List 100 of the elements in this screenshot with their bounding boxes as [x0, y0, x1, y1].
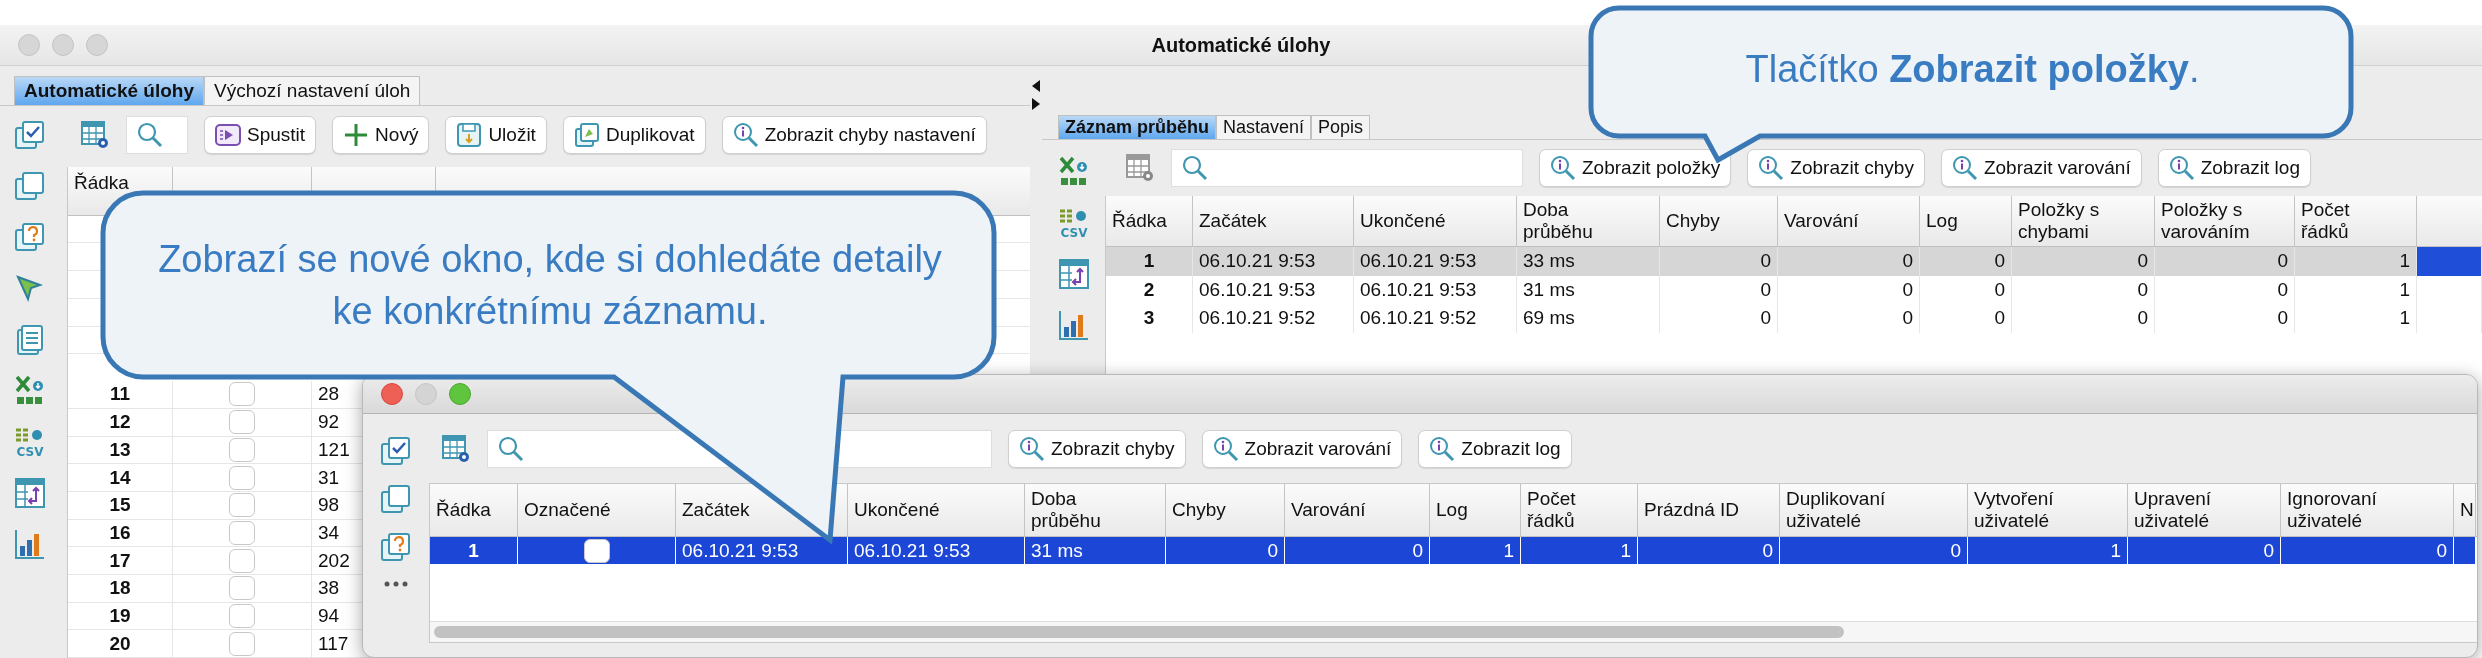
checkbox[interactable] [229, 548, 255, 573]
checkbox[interactable] [229, 576, 255, 601]
bar-chart-icon[interactable] [14, 528, 46, 560]
zoom-button[interactable] [449, 383, 471, 405]
tab[interactable]: Záznam průběhu [1058, 115, 1216, 139]
checkbox[interactable] [229, 493, 255, 518]
splitter-arrows-icon[interactable] [1031, 78, 1041, 112]
column-header[interactable]: Řádka [74, 173, 129, 192]
search-field[interactable] [126, 116, 188, 154]
column-header[interactable]: Počet řádků [2301, 199, 2401, 243]
table-cell: 13 [68, 436, 173, 464]
table-settings-icon[interactable] [1125, 153, 1155, 183]
windows-icon[interactable] [14, 171, 46, 203]
table-cell: 0 [1920, 304, 2012, 333]
column-header[interactable]: Log [1926, 210, 1958, 232]
column-header[interactable]: Prázdná ID [1644, 499, 1740, 521]
table-cell: 0 [2012, 275, 2155, 304]
toolbar-button[interactable]: Zobrazit log [1418, 429, 1572, 468]
table-cell: 06.10.21 9:53 [1193, 247, 1354, 276]
scrollbar-thumb[interactable] [434, 626, 1844, 638]
checked-windows-icon[interactable] [14, 120, 46, 152]
column-header[interactable]: Ukončené [854, 499, 940, 521]
toolbar-button[interactable]: Spustit [204, 116, 317, 154]
column-header[interactable]: Duplikovaní uživatelé [1786, 488, 1886, 532]
table-cell: 1 [1521, 537, 1638, 564]
tab[interactable]: Popis [1311, 115, 1371, 139]
more-icon[interactable] [383, 580, 409, 588]
toolbar-button[interactable]: Zobrazit chyby nastavení [721, 116, 987, 154]
column-header[interactable]: Položky s chybami [2018, 199, 2118, 243]
column-header[interactable]: Upravení uživatelé [2134, 488, 2234, 532]
column-header[interactable]: Začátek [1199, 210, 1267, 232]
toolbar-button[interactable]: Duplikovat [562, 116, 706, 154]
toolbar-button[interactable]: Nový [332, 116, 430, 154]
table-arrows-icon[interactable] [14, 477, 46, 509]
excel-export-icon[interactable] [1057, 156, 1090, 188]
search-field[interactable] [1171, 149, 1523, 187]
table-cell: 0 [1778, 247, 1920, 276]
info-search-icon [2168, 155, 2195, 181]
column-header[interactable]: Počet řádků [1527, 488, 1627, 532]
column-header[interactable]: Řádka [1112, 210, 1167, 232]
toolbar-button[interactable]: Zobrazit varování [1201, 429, 1403, 468]
help-windows-icon[interactable] [14, 222, 46, 254]
checkbox[interactable] [229, 631, 255, 656]
tab[interactable]: Nastavení [1216, 115, 1312, 139]
column-header[interactable]: Ukončené [1360, 210, 1446, 232]
table-cell: 1 [430, 537, 518, 564]
table-cell: 1 [1106, 247, 1193, 276]
column-header[interactable]: Vytvoření uživatelé [1974, 488, 2074, 532]
checkbox[interactable] [583, 538, 610, 563]
bar-chart-icon[interactable] [1057, 309, 1090, 341]
column-header[interactable]: Chyby [1666, 210, 1720, 232]
table-cell: 0 [2012, 247, 2155, 276]
column-header[interactable]: Ignorovaní uživatelé [2287, 488, 2387, 532]
table-cell: 12 [68, 408, 173, 436]
column-header[interactable]: N [2460, 499, 2474, 521]
toolbar-button[interactable]: Zobrazit log [2157, 149, 2311, 187]
column-header[interactable]: Řádka [436, 499, 491, 521]
table-cell: 19 [68, 602, 173, 630]
checkbox[interactable] [229, 603, 255, 628]
table-cell: 31 ms [1025, 537, 1166, 564]
column-header[interactable]: Varování [1784, 210, 1859, 232]
checked-windows-icon[interactable] [380, 436, 412, 468]
help-windows-icon[interactable] [380, 532, 412, 564]
excel-export-icon[interactable] [14, 375, 46, 407]
checkbox[interactable] [229, 382, 255, 407]
close-button[interactable] [381, 383, 403, 405]
toolbar-button[interactable]: Zobrazit chyby [1747, 149, 1925, 187]
tab[interactable]: Výchozí nastavení úloh [204, 76, 421, 105]
table-cell: 33 ms [1517, 247, 1660, 276]
document-icon[interactable] [14, 324, 46, 356]
column-header[interactable]: Označené [524, 499, 611, 521]
checkbox[interactable] [229, 410, 255, 435]
toolbar-button[interactable]: Zobrazit položky [1539, 149, 1732, 187]
table-arrows-icon[interactable] [1057, 258, 1090, 290]
column-header[interactable]: Doba průběhu [1523, 199, 1623, 243]
column-header[interactable]: Log [1436, 499, 1468, 521]
search-icon [1182, 155, 1208, 181]
checkbox[interactable] [229, 437, 255, 462]
table-cell: 14 [68, 464, 173, 491]
toolbar-button[interactable]: Zobrazit varování [1940, 149, 2142, 187]
table-settings-icon[interactable] [80, 120, 110, 150]
windows-icon[interactable] [380, 484, 412, 516]
column-header[interactable]: Doba průběhu [1031, 488, 1131, 532]
table-cell: 0 [1660, 247, 1778, 276]
column-header[interactable]: Varování [1291, 499, 1366, 521]
save-icon [456, 122, 483, 148]
toolbar-button[interactable]: Zobrazit chyby [1008, 429, 1186, 468]
checkbox[interactable] [229, 520, 255, 545]
column-header[interactable]: Chyby [1172, 499, 1226, 521]
column-header[interactable]: Položky s varováním [2161, 199, 2261, 243]
info-search-icon [1951, 155, 1978, 181]
table-cell: 1 [2295, 304, 2417, 333]
table-cell: 17 [68, 547, 173, 574]
table-cell: 2 [1106, 275, 1193, 304]
tab[interactable]: Automatické úlohy [14, 76, 204, 105]
table-cell: 0 [1638, 537, 1780, 564]
toolbar-button[interactable]: Uložit [445, 116, 547, 154]
table-settings-icon[interactable] [441, 433, 471, 464]
column-header[interactable]: Začátek [682, 499, 750, 521]
checkbox[interactable] [229, 465, 255, 490]
